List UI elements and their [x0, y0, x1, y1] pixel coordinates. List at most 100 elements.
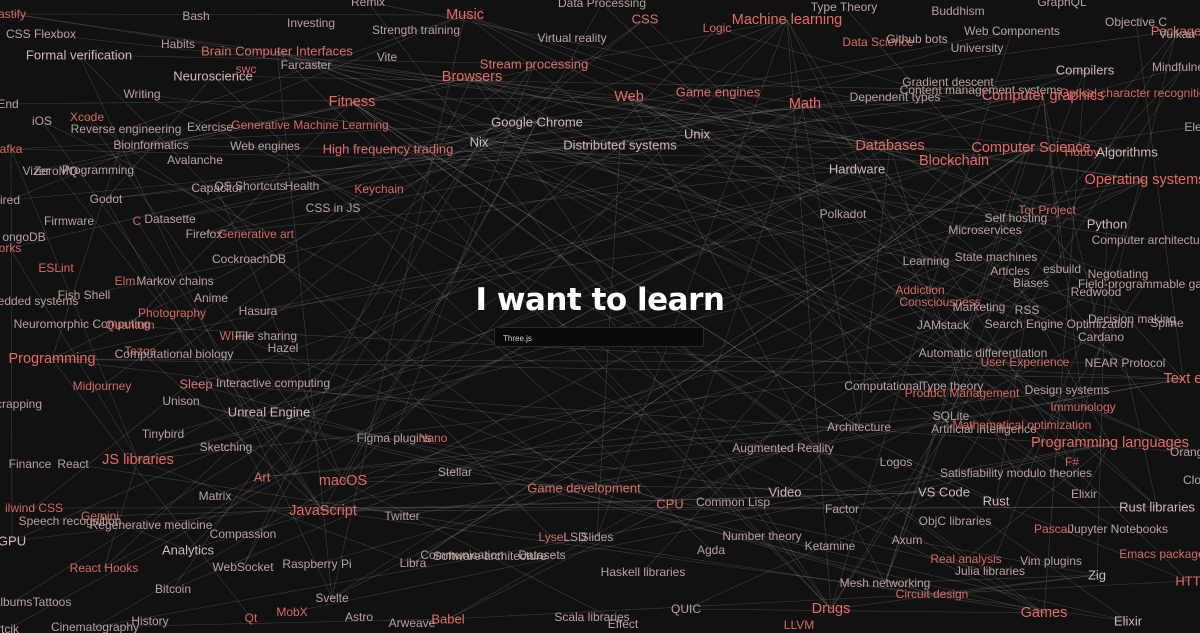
topic-node[interactable]: Operating systems	[1085, 173, 1200, 188]
topic-node[interactable]: Nano	[419, 432, 448, 444]
topic-node[interactable]: Ketamine	[805, 540, 856, 552]
topic-node[interactable]: Tinybird	[142, 428, 184, 440]
topic-node[interactable]: Bitcoin	[155, 583, 191, 595]
topic-node[interactable]: Biases	[1013, 277, 1049, 289]
topic-node[interactable]: Unreal Engine	[228, 406, 310, 419]
topic-node[interactable]: GPU	[0, 535, 26, 548]
topic-node[interactable]: Web	[614, 90, 644, 105]
topic-node[interactable]: Github bots	[886, 33, 947, 45]
topic-node[interactable]: Computer architecture	[1092, 234, 1200, 246]
topic-node[interactable]: Factor	[825, 503, 859, 515]
topic-node[interactable]: Immunology	[1050, 401, 1115, 413]
topic-node[interactable]: Buddhism	[931, 5, 984, 17]
topic-node[interactable]: Vulkan	[1159, 28, 1195, 40]
topic-node[interactable]: Arweave	[389, 617, 436, 629]
topic-node[interactable]: Ele	[1184, 121, 1200, 133]
topic-node[interactable]: VS Code	[918, 486, 970, 499]
topic-node[interactable]: Tattoos	[33, 596, 72, 608]
topic-node[interactable]: Data Processing	[558, 0, 646, 9]
topic-node[interactable]: Design systems	[1025, 384, 1110, 396]
topic-node[interactable]: Unison	[162, 395, 199, 407]
topic-node[interactable]: Effect	[608, 618, 638, 630]
topic-node[interactable]: Regenerative medicine	[90, 519, 213, 531]
topic-node[interactable]: CSS Flexbox	[6, 28, 76, 40]
topic-node[interactable]: Svelte	[315, 592, 348, 604]
topic-node[interactable]: ilwind CSS	[5, 502, 63, 514]
topic-node[interactable]: Number theory	[722, 530, 801, 542]
topic-node[interactable]: GraphQL	[1037, 0, 1086, 8]
topic-node[interactable]: Formal verification	[26, 49, 132, 62]
topic-node[interactable]: Finance	[9, 458, 52, 470]
topic-node[interactable]: Blockchain	[919, 154, 989, 169]
topic-node[interactable]: Matrix	[199, 490, 232, 502]
topic-node[interactable]: Emacs packages	[1119, 548, 1200, 560]
topic-node[interactable]: Polkadot	[820, 208, 867, 220]
topic-node[interactable]: edded systems	[0, 295, 78, 307]
topic-node[interactable]: Clo	[1183, 474, 1200, 486]
topic-node[interactable]: orks	[0, 242, 21, 254]
topic-node[interactable]: CSS in JS	[306, 202, 361, 214]
topic-node[interactable]: Firmware	[44, 215, 94, 227]
topic-node[interactable]: CPU	[656, 498, 683, 511]
topic-node[interactable]: Godot	[90, 193, 123, 205]
topic-node[interactable]: Sleep	[179, 378, 212, 391]
topic-node[interactable]: Reverse engineering	[71, 123, 182, 135]
topic-node[interactable]: Cardano	[1078, 331, 1124, 343]
topic-node[interactable]: Rust libraries	[1119, 501, 1195, 514]
topic-node[interactable]: Search Engine Optimization	[985, 318, 1134, 330]
topic-node[interactable]: Databases	[855, 139, 924, 154]
topic-node[interactable]: Circuit design	[896, 588, 969, 600]
topic-node[interactable]: Qt	[245, 612, 258, 624]
topic-node[interactable]: Bash	[182, 10, 209, 22]
topic-search-box[interactable]	[494, 327, 704, 348]
topic-node[interactable]: afka	[0, 143, 22, 155]
topic-node[interactable]: React Hooks	[70, 562, 139, 574]
topic-node[interactable]: Sketching	[200, 441, 253, 453]
topic-node[interactable]: Art	[254, 471, 271, 484]
topic-node[interactable]: iOS	[32, 115, 52, 127]
topic-node[interactable]: JavaScript	[289, 504, 357, 519]
topic-node[interactable]: CSS	[632, 13, 659, 26]
topic-node[interactable]: React	[57, 458, 88, 470]
topic-node[interactable]: crapping	[0, 398, 42, 410]
topic-node[interactable]: End	[0, 98, 19, 110]
topic-node[interactable]: Analytics	[162, 544, 214, 557]
topic-node[interactable]: Haskell libraries	[601, 566, 686, 578]
topic-node[interactable]: Redwood	[1071, 286, 1122, 298]
topic-node[interactable]: Marketing	[953, 301, 1006, 313]
topic-node[interactable]: Elm	[115, 275, 136, 287]
topic-node[interactable]: Remix	[351, 0, 385, 8]
topic-node[interactable]: Strength training	[372, 24, 460, 36]
knowledge-graph-canvas[interactable]: astify Bash Remix Investing Music Data Proces…	[0, 0, 1200, 633]
topic-node[interactable]: Generative Machine Learning	[231, 119, 388, 131]
topic-node[interactable]: Habits	[161, 38, 195, 50]
topic-node[interactable]: Slides	[581, 531, 614, 543]
topic-node[interactable]: ired	[0, 194, 20, 206]
topic-node[interactable]: Architecture	[827, 421, 891, 433]
topic-node[interactable]: Exercise	[187, 121, 233, 133]
topic-node[interactable]: Unix	[684, 128, 710, 141]
topic-node[interactable]: Distributed systems	[563, 139, 676, 152]
topic-node[interactable]: JS libraries	[102, 453, 174, 468]
topic-node[interactable]: Brain Computer Interfaces	[201, 45, 353, 58]
topic-node[interactable]: astify	[0, 8, 26, 20]
topic-node[interactable]: Product Management	[905, 387, 1020, 399]
topic-node[interactable]: Keychain	[354, 183, 403, 195]
topic-node[interactable]: Elixir	[1071, 488, 1097, 500]
topic-node[interactable]: Programming	[8, 352, 95, 367]
topic-node[interactable]: Compassion	[210, 528, 277, 540]
topic-node[interactable]: Game engines	[676, 86, 761, 99]
topic-search-input[interactable]	[495, 329, 703, 348]
topic-node[interactable]: Bioinformatics	[113, 139, 188, 151]
topic-node[interactable]: Nix	[470, 136, 489, 149]
topic-node[interactable]: Orange	[1170, 446, 1200, 458]
topic-node[interactable]: User Experience	[981, 356, 1070, 368]
topic-node[interactable]: MobX	[276, 606, 307, 618]
topic-node[interactable]: Neuroscience	[173, 70, 253, 83]
topic-node[interactable]: Programming	[62, 164, 134, 176]
topic-node[interactable]: Games	[1021, 606, 1068, 621]
topic-node[interactable]: Algorithms	[1096, 146, 1157, 159]
topic-node[interactable]: Optical character recognition	[1060, 87, 1200, 99]
topic-node[interactable]: Cinematography	[51, 621, 139, 633]
topic-node[interactable]: Math	[789, 97, 821, 112]
